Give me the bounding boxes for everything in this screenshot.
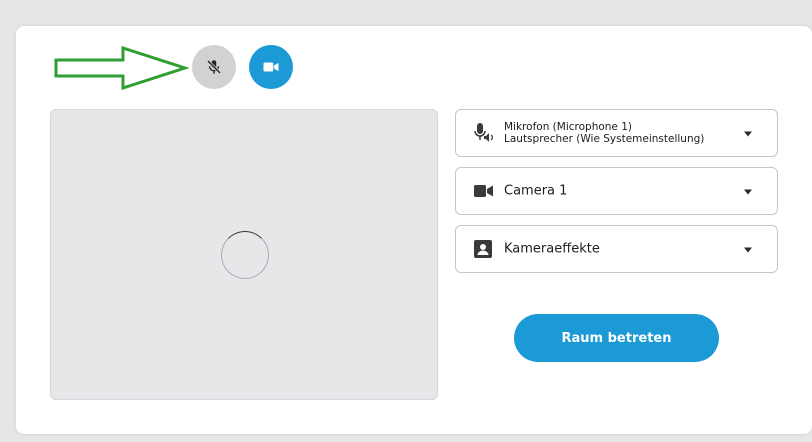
loading-spinner xyxy=(221,231,269,279)
camera-toggle-button[interactable] xyxy=(249,45,293,89)
microphone-name: Mikrofon (Microphone 1) xyxy=(504,121,633,133)
person-box-icon xyxy=(474,240,492,258)
video-camera-icon xyxy=(263,62,279,72)
camera-select-value: Camera 1 xyxy=(504,183,568,199)
join-room-button[interactable]: Raum betreten xyxy=(514,314,719,362)
video-camera-icon xyxy=(474,184,494,198)
mic-off-icon xyxy=(206,59,222,75)
camera-effects-select[interactable]: Kameraeffekte xyxy=(455,225,778,273)
mic-toggle-button[interactable] xyxy=(192,45,236,89)
audio-device-select[interactable]: Mikrofon (Microphone 1) Lautsprecher (Wi… xyxy=(455,109,778,157)
chevron-down-icon xyxy=(744,131,752,137)
mic-speaker-icon xyxy=(474,122,494,144)
chevron-down-icon xyxy=(744,247,752,253)
audio-device-label: Mikrofon (Microphone 1) Lautsprecher (Wi… xyxy=(504,121,704,145)
chevron-down-icon xyxy=(744,189,752,195)
video-preview xyxy=(50,109,438,400)
camera-effects-value: Kameraeffekte xyxy=(504,241,600,257)
camera-select[interactable]: Camera 1 xyxy=(455,167,778,215)
speaker-name: Lautsprecher (Wie Systemeinstellung) xyxy=(504,133,705,145)
arrow-right-icon xyxy=(54,45,189,91)
